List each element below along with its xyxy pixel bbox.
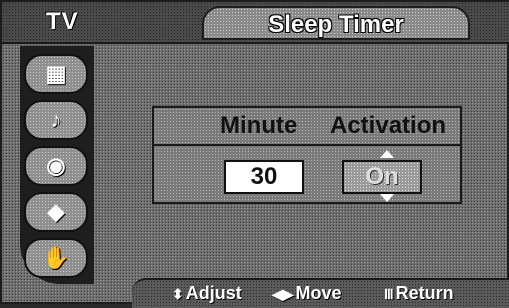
sound-icon[interactable]: ♪ xyxy=(24,100,88,140)
title-tab: Sleep Timer xyxy=(202,6,470,40)
sleep-timer-panel: Minute Activation 30 On xyxy=(152,106,462,204)
input-icon[interactable]: ✋ xyxy=(24,238,88,278)
menu-icon: Ⅲ xyxy=(384,286,394,302)
minute-value-field[interactable]: 30 xyxy=(224,160,304,194)
activation-header: Activation xyxy=(330,112,447,139)
source-label: TV xyxy=(46,8,79,35)
left-right-arrows-icon: ◀▶ xyxy=(272,286,294,302)
move-hint: ◀▶ Move xyxy=(272,283,342,304)
setup-icon[interactable]: ◆ xyxy=(24,192,88,232)
picture-icon[interactable]: ▦ xyxy=(24,54,88,94)
side-menu: ▦ ♪ ◉ ◆ ✋ xyxy=(20,46,94,284)
channel-icon[interactable]: ◉ xyxy=(24,146,88,186)
adjust-hint: ⬍ Adjust xyxy=(172,283,242,304)
top-bar: TV Sleep Timer xyxy=(2,2,509,44)
adjust-label: Adjust xyxy=(185,283,242,303)
minute-header: Minute xyxy=(220,112,298,139)
up-down-arrows-icon: ⬍ xyxy=(172,286,184,302)
move-label: Move xyxy=(295,283,342,303)
up-arrow-icon[interactable] xyxy=(380,150,394,158)
return-label: Return xyxy=(395,283,454,303)
return-hint: Ⅲ Return xyxy=(384,283,454,304)
page-title: Sleep Timer xyxy=(268,11,404,38)
activation-value-field[interactable]: On xyxy=(342,160,422,194)
panel-header: Minute Activation xyxy=(154,108,460,146)
down-arrow-icon[interactable] xyxy=(380,194,394,202)
tv-osd-screen: TV Sleep Timer ▦ ♪ ◉ ◆ ✋ Minute Activati… xyxy=(0,0,509,308)
